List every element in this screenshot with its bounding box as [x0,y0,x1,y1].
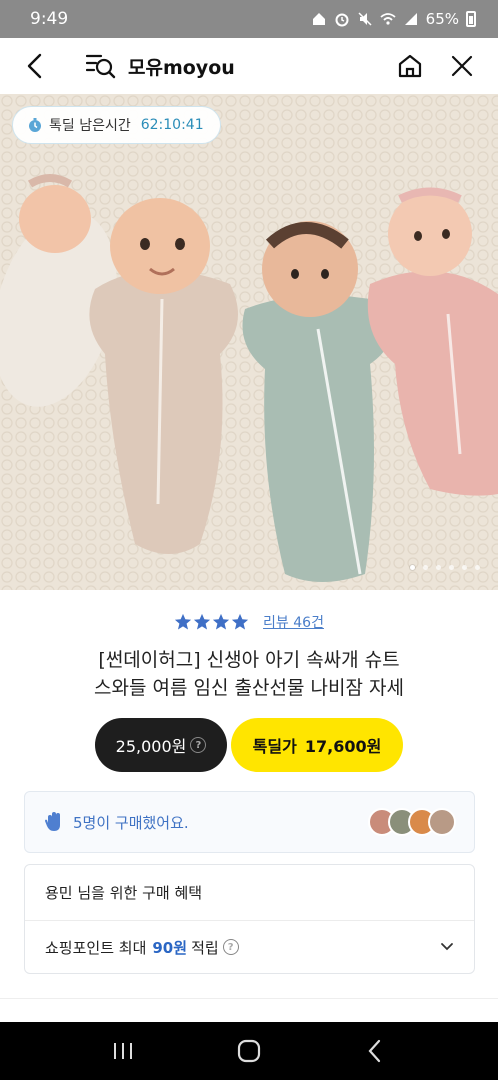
star-icon [212,613,230,630]
carousel-dot[interactable] [462,565,467,570]
divider [0,998,498,999]
product-info: 리뷰 46건 [썬데이허그] 신생아 아기 속싸개 슈트 스와들 여름 임신 출… [0,590,498,772]
avatar [428,808,456,836]
product-title-line2: 스와들 여름 임신 출산선물 나비잠 자세 [94,677,404,699]
waving-hand-icon [45,812,60,831]
signal-icon [404,13,417,25]
chevron-down-icon [441,943,453,951]
product-title: [썬데이허그] 신생아 아기 속싸개 슈트 스와들 여름 임신 출산선물 나비잠… [0,646,498,702]
buyers-count-text: 5명이 구매했어요. [73,813,189,832]
question-icon[interactable]: ? [222,939,239,955]
price-row: 25,000원 ? 톡딜가 17,600원 [0,718,498,772]
system-nav-bar [0,1022,498,1080]
star-icon [174,613,192,630]
points-value: 90원 [152,938,188,957]
status-time: 9:49 [30,9,69,29]
status-icons: 65% [311,10,476,28]
search-list-button[interactable] [86,51,116,81]
timer-value: 62:10:41 [140,117,204,133]
chevron-left-icon [27,53,42,79]
buyer-avatars [368,808,456,836]
home-button[interactable] [394,50,426,82]
mute-icon [358,12,372,26]
rating-stars [174,613,249,631]
product-image-carousel[interactable]: 톡딜 남은시간 62:10:41 [0,94,498,590]
status-bar: 9:49 65% [0,0,498,38]
list-search-icon [86,54,116,79]
back-chevron-icon [368,1039,381,1063]
product-photo [0,94,498,590]
timer-label: 톡딜 남은시간 [49,118,131,134]
home-icon [398,54,422,78]
alarm-icon [335,13,349,27]
wifi-icon [380,13,396,25]
app-header: 모유moyou [0,38,498,94]
home-alert-icon [312,13,325,25]
question-icon: ? [190,737,207,753]
back-nav-button[interactable] [355,1031,395,1071]
recent-buyers-box[interactable]: 5명이 구매했어요. [24,791,475,853]
recent-apps-button[interactable] [103,1031,143,1071]
stopwatch-icon [29,118,41,132]
store-name[interactable]: 모유moyou [128,53,394,80]
deal-label: 톡딜가 [252,737,297,756]
recents-icon [114,1043,132,1059]
close-icon [451,55,473,77]
review-count-link[interactable]: 리뷰 46건 [263,612,324,632]
carousel-indicator [410,565,480,570]
star-icon [193,613,211,630]
battery-icon [466,11,476,27]
back-button[interactable] [20,50,52,82]
carousel-dot[interactable] [410,565,415,570]
points-prefix: 쇼핑포인트 최대 [45,938,147,957]
rating-row: 리뷰 46건 [0,612,498,632]
deal-price-button[interactable]: 톡딜가 17,600원 [231,718,403,772]
deal-timer: 톡딜 남은시간 62:10:41 [12,106,221,144]
close-button[interactable] [446,50,478,82]
carousel-dot[interactable] [475,565,480,570]
star-icon [231,613,249,630]
deal-price: 17,600원 [304,737,382,756]
home-circle-icon [237,1039,261,1063]
shopping-points-row[interactable]: 쇼핑포인트 최대 90원 적립 ? [25,921,474,973]
original-price: 25,000원 [115,737,187,756]
original-price-button[interactable]: 25,000원 ? [95,718,227,772]
purchase-benefits: 용민 님을 위한 구매 혜택 쇼핑포인트 최대 90원 적립 ? [24,864,475,974]
carousel-dot[interactable] [423,565,428,570]
battery-percent: 65% [425,10,459,28]
benefits-title: 용민 님을 위한 구매 혜택 [25,865,474,921]
carousel-dot[interactable] [449,565,454,570]
home-nav-button[interactable] [229,1031,269,1071]
carousel-dot[interactable] [436,565,441,570]
product-title-line1: [썬데이허그] 신생아 아기 속싸개 슈트 [98,649,400,671]
points-suffix: 적립 [191,938,219,957]
